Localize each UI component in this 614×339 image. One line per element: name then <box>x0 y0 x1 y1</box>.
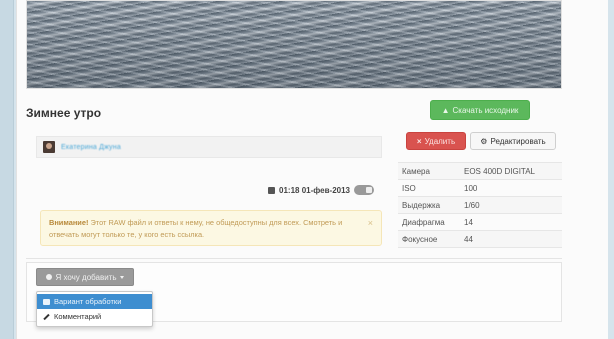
edit-button[interactable]: ⚙ Редактировать <box>470 132 556 150</box>
menu-item-label: Вариант обработки <box>54 297 122 306</box>
menu-item-comment[interactable]: Комментарий <box>37 309 152 324</box>
download-label: Скачать исходник <box>452 105 519 115</box>
menu-item-label: Комментарий <box>54 312 102 321</box>
spec-value: EOS 400D DIGITAL <box>464 166 535 176</box>
exif-table: Камера EOS 400D DIGITAL ISO 100 Выдержка… <box>398 162 562 248</box>
gear-icon: ⚙ <box>480 136 488 146</box>
table-row: Диафрагма 14 <box>398 214 562 231</box>
delete-label: Удалить <box>424 136 456 146</box>
plus-circle-icon <box>46 274 53 280</box>
spec-key: Камера <box>402 166 430 176</box>
close-icon: × <box>416 136 422 146</box>
spec-key: Выдержка <box>402 200 441 210</box>
download-original-button[interactable]: ▲ Скачать исходник <box>430 100 530 120</box>
add-label: Я хочу добавить <box>55 272 117 282</box>
upload-datetime: 01:18 01-фев-2013 <box>279 185 350 195</box>
table-row: Выдержка 1/60 <box>398 197 562 214</box>
spec-value: 100 <box>464 183 478 193</box>
section-divider <box>26 258 562 259</box>
table-row: Камера EOS 400D DIGITAL <box>398 163 562 180</box>
warning-close-icon[interactable]: × <box>368 217 373 229</box>
image-icon <box>43 298 50 305</box>
photo-title: Зимнее утро <box>26 106 102 120</box>
avatar[interactable] <box>43 141 55 153</box>
download-icon: ▲ <box>441 105 450 115</box>
spec-key: Фокусное <box>402 234 438 244</box>
chevron-down-icon <box>119 275 124 279</box>
privacy-warning: Внимание! Этот RAW файл и ответы к нему,… <box>40 210 382 246</box>
warning-text: Этот RAW файл и ответы к нему, не общедо… <box>49 218 343 239</box>
add-dropdown-menu: Вариант обработки Комментарий <box>36 291 153 327</box>
date-row: 01:18 01-фев-2013 <box>36 183 382 197</box>
pencil-icon <box>43 313 50 320</box>
author-link[interactable]: Екатерина Джуна <box>61 144 121 151</box>
table-row: Фокусное 44 <box>398 231 562 248</box>
spec-value: 14 <box>464 217 473 227</box>
spec-value: 44 <box>464 234 473 244</box>
add-dropdown-button[interactable]: Я хочу добавить <box>36 268 134 286</box>
spec-key: ISO <box>402 183 416 193</box>
photo-image[interactable] <box>26 0 562 89</box>
spec-value: 1/60 <box>464 200 480 210</box>
author-row: Екатерина Джуна <box>36 136 382 158</box>
menu-item-processing-variant[interactable]: Вариант обработки <box>37 294 152 309</box>
table-row: ISO 100 <box>398 180 562 197</box>
delete-button[interactable]: × Удалить <box>406 132 466 150</box>
warning-strong: Внимание! <box>49 218 89 227</box>
page-left-border <box>0 0 14 339</box>
spec-key: Диафрагма <box>402 217 445 227</box>
visibility-toggle[interactable] <box>354 185 374 195</box>
calendar-icon <box>268 186 276 194</box>
edit-label: Редактировать <box>490 136 546 146</box>
